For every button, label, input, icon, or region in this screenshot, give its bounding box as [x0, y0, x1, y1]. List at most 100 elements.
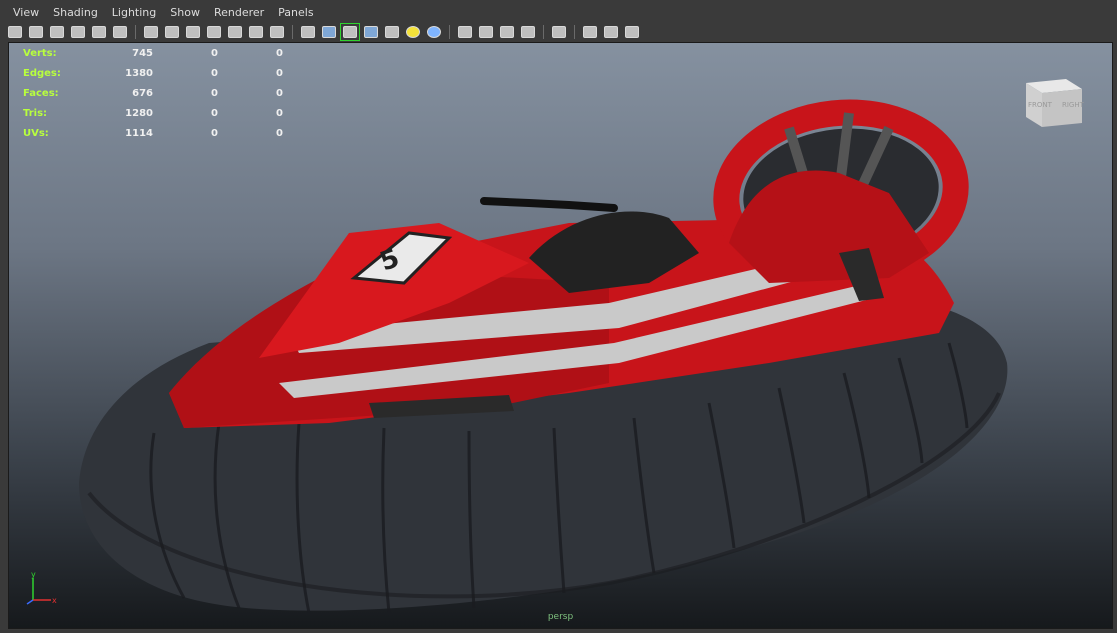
select-camera-icon[interactable]	[6, 24, 24, 40]
3d-viewport[interactable]: 5 Verts: 745 0 0 Edges: 1380 0 0 Faces: 676 0 0 Tris…	[8, 42, 1113, 629]
grease-pencil-icon[interactable]	[111, 24, 129, 40]
menu-lighting[interactable]: Lighting	[105, 4, 163, 22]
resolution-gate-icon[interactable]	[184, 24, 202, 40]
textured-icon-glyph	[385, 26, 399, 38]
field-chart-icon-glyph	[228, 26, 242, 38]
stat-label: UVs:	[23, 127, 49, 139]
toolbar-separator	[543, 25, 544, 39]
safe-action-icon[interactable]	[247, 24, 265, 40]
multisample-aa-icon[interactable]	[498, 24, 516, 40]
viewcube-front-label: FRONT	[1028, 101, 1053, 109]
panel-toolbar	[6, 22, 644, 42]
menu-renderer[interactable]: Renderer	[207, 4, 271, 22]
xray-icon[interactable]	[581, 24, 599, 40]
stat-v2: 0	[211, 67, 218, 79]
stat-v3: 0	[276, 127, 283, 139]
film-gate-icon[interactable]	[163, 24, 181, 40]
gate-mask-icon[interactable]	[205, 24, 223, 40]
xray-icon-glyph	[583, 26, 597, 38]
toolbar-separator	[135, 25, 136, 39]
viewcube-right-label: RIGHT	[1062, 101, 1085, 109]
maya-viewport-panel: View Shading Lighting Show Renderer Panels	[0, 0, 1117, 633]
film-gate-icon-glyph	[165, 26, 179, 38]
stat-row: Faces: 676 0 0	[23, 83, 283, 103]
menu-panels[interactable]: Panels	[271, 4, 320, 22]
poly-count-hud: Verts: 745 0 0 Edges: 1380 0 0 Faces: 676 0 0 Tris: 1…	[23, 43, 283, 143]
resolution-gate-icon-glyph	[186, 26, 200, 38]
default-material-icon[interactable]	[362, 24, 380, 40]
2d-pan-icon[interactable]	[90, 24, 108, 40]
safe-title-icon-glyph	[270, 26, 284, 38]
safe-title-icon[interactable]	[268, 24, 286, 40]
menu-show[interactable]: Show	[163, 4, 207, 22]
toolbar-separator	[292, 25, 293, 39]
grease-pencil-icon-glyph	[113, 26, 127, 38]
wireframe-icon-glyph	[301, 26, 315, 38]
stat-row: Edges: 1380 0 0	[23, 63, 283, 83]
stat-v2: 0	[211, 107, 218, 119]
stat-v2: 0	[211, 127, 218, 139]
multisample-aa-icon-glyph	[500, 26, 514, 38]
wireframe-on-shaded-icon[interactable]	[340, 23, 360, 41]
shadows-icon[interactable]	[425, 24, 443, 40]
stat-v2: 0	[211, 87, 218, 99]
safe-action-icon-glyph	[249, 26, 263, 38]
select-camera-icon-glyph	[8, 26, 22, 38]
menu-view[interactable]: View	[6, 4, 46, 22]
toolbar-separator	[574, 25, 575, 39]
image-plane-icon-glyph	[71, 26, 85, 38]
stat-row: UVs: 1114 0 0	[23, 123, 283, 143]
xray-joints-icon-glyph	[625, 26, 639, 38]
xray-joints-icon[interactable]	[623, 24, 641, 40]
stat-row: Tris: 1280 0 0	[23, 103, 283, 123]
stat-v1: 745	[132, 47, 153, 59]
menu-shading[interactable]: Shading	[46, 4, 105, 22]
stat-v2: 0	[211, 47, 218, 59]
textured-icon[interactable]	[383, 24, 401, 40]
axis-y-label: y	[31, 570, 36, 579]
motion-blur-icon[interactable]	[477, 24, 495, 40]
stat-label: Edges:	[23, 67, 61, 79]
stat-v3: 0	[276, 107, 283, 119]
lock-camera-icon-glyph	[29, 26, 43, 38]
viewcube[interactable]: FRONT RIGHT	[1022, 71, 1086, 129]
grid-icon-glyph	[144, 26, 158, 38]
stat-v3: 0	[276, 67, 283, 79]
camera-name-label: persp	[547, 612, 574, 622]
screen-space-ao-icon-glyph	[458, 26, 472, 38]
grid-icon[interactable]	[142, 24, 160, 40]
stat-label: Verts:	[23, 47, 57, 59]
stat-v1: 1114	[125, 127, 153, 139]
bookmark-icon[interactable]	[48, 24, 66, 40]
axis-indicator: y x	[26, 570, 57, 605]
use-all-lights-icon-glyph	[406, 26, 420, 38]
wireframe-on-shaded-icon-glyph	[343, 26, 357, 38]
stat-label: Tris:	[23, 107, 48, 119]
axis-x-label: x	[52, 596, 57, 605]
gate-mask-icon-glyph	[207, 26, 221, 38]
isolate-select-icon-glyph	[552, 26, 566, 38]
depth-of-field-icon[interactable]	[519, 24, 537, 40]
stat-label: Faces:	[23, 87, 59, 99]
stat-v1: 1280	[125, 107, 153, 119]
depth-of-field-icon-glyph	[521, 26, 535, 38]
stat-v3: 0	[276, 87, 283, 99]
bookmark-icon-glyph	[50, 26, 64, 38]
field-chart-icon[interactable]	[226, 24, 244, 40]
2d-pan-icon-glyph	[92, 26, 106, 38]
xray-active-components-icon[interactable]	[602, 24, 620, 40]
use-all-lights-icon[interactable]	[404, 24, 422, 40]
stat-v1: 1380	[125, 67, 153, 79]
stat-v1: 676	[132, 87, 153, 99]
panel-menubar: View Shading Lighting Show Renderer Panels	[6, 4, 321, 22]
smooth-shade-icon[interactable]	[320, 24, 338, 40]
isolate-select-icon[interactable]	[550, 24, 568, 40]
stat-v3: 0	[276, 47, 283, 59]
screen-space-ao-icon[interactable]	[456, 24, 474, 40]
wireframe-icon[interactable]	[299, 24, 317, 40]
lock-camera-icon[interactable]	[27, 24, 45, 40]
stat-row: Verts: 745 0 0	[23, 43, 283, 63]
image-plane-icon[interactable]	[69, 24, 87, 40]
toolbar-separator	[449, 25, 450, 39]
shadows-icon-glyph	[427, 26, 441, 38]
